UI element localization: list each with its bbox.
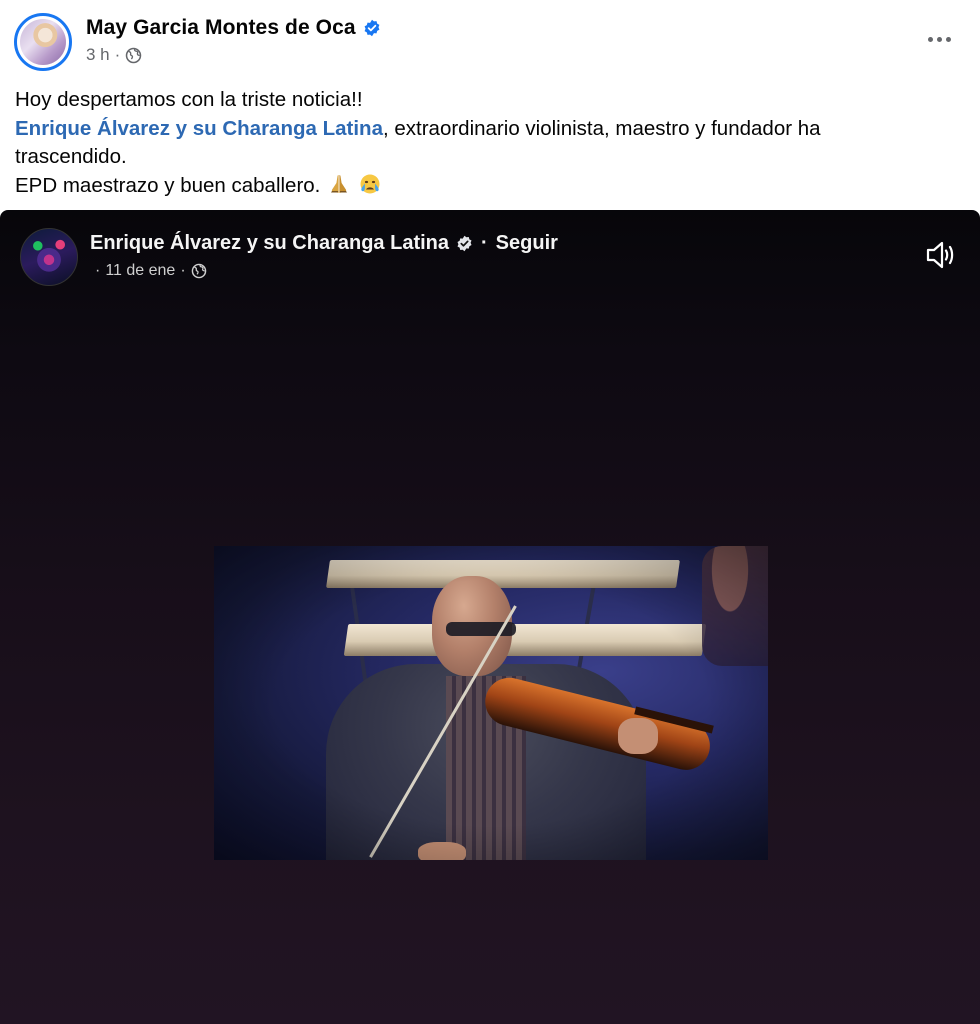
shared-post-meta: · 11 de ene · — [90, 262, 207, 280]
more-horizontal-icon — [927, 36, 933, 42]
shared-post-date[interactable]: 11 de ene — [105, 262, 175, 280]
shared-video-post[interactable]: Enrique Álvarez y su Charanga Latina · S… — [0, 210, 980, 1024]
post-meta: 3 h · — [86, 45, 142, 65]
video-vignette — [214, 546, 768, 860]
post-caption: Hoy despertamos con la triste noticia!! … — [15, 86, 965, 200]
follow-separator: · — [481, 232, 488, 254]
speaker-on-icon[interactable] — [924, 238, 958, 272]
praying-hands-icon — [331, 174, 348, 193]
author-name[interactable]: May Garcia Montes de Oca — [86, 16, 356, 40]
page-row: Enrique Álvarez y su Charanga Latina · S… — [90, 232, 558, 255]
verified-badge-icon — [457, 235, 472, 252]
meta-separator: · — [114, 45, 121, 64]
verified-badge-icon — [364, 19, 380, 37]
mention-link[interactable]: Enrique Álvarez y su Charanga Latina — [15, 117, 383, 140]
post-header: May Garcia Montes de Oca 3 h · — [0, 0, 980, 84]
page-name[interactable]: Enrique Álvarez y su Charanga Latina — [90, 232, 449, 255]
video-player[interactable] — [214, 546, 768, 860]
caption-line-2-rest: , extraordinario violinista, maestro y f… — [382, 116, 821, 140]
facebook-post: May Garcia Montes de Oca 3 h · Hoy despe… — [0, 0, 980, 1024]
more-options-button[interactable] — [926, 26, 952, 52]
caption-line-4: EPD maestrazo y buen caballero. — [15, 172, 965, 201]
more-dot — [945, 36, 951, 42]
caption-line-2: Enrique Álvarez y su Charanga Latina, ex… — [15, 115, 965, 144]
author-avatar[interactable] — [14, 13, 72, 71]
crying-face-icon — [360, 174, 380, 193]
globe-icon[interactable] — [125, 47, 142, 64]
post-timestamp[interactable]: 3 h — [86, 45, 110, 65]
author-row: May Garcia Montes de Oca — [86, 16, 381, 40]
caption-line-3: trascendido. — [15, 145, 127, 168]
more-dot — [936, 36, 942, 42]
page-avatar[interactable] — [20, 228, 78, 286]
follow-button[interactable]: Seguir — [496, 232, 558, 255]
globe-icon[interactable] — [191, 263, 207, 279]
meta-separator: · — [180, 262, 186, 279]
meta-separator: · — [95, 262, 101, 279]
caption-line-1: Hoy despertamos con la triste noticia!! — [15, 88, 363, 111]
caption-line-4-text: EPD maestrazo y buen caballero. — [15, 173, 321, 197]
author-avatar-image — [20, 19, 66, 65]
